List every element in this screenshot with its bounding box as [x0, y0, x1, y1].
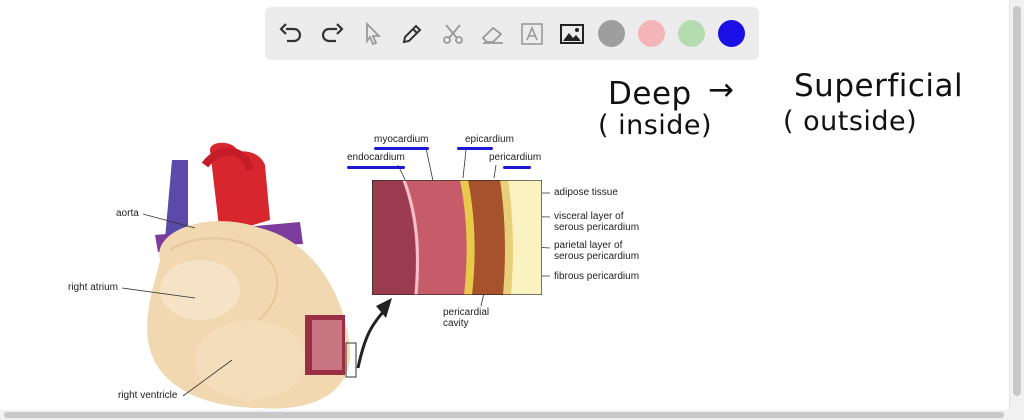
label-parietal-2: serous pericardium: [554, 251, 640, 262]
underline-myocardium: [374, 147, 429, 150]
horizontal-scrollbar[interactable]: [0, 410, 1010, 420]
label-endocardium: endocardium: [347, 152, 405, 163]
label-right-atrium: right atrium: [68, 282, 119, 293]
underline-endocardium: [347, 166, 405, 169]
label-aorta: aorta: [116, 208, 139, 219]
label-epicardium: epicardium: [465, 134, 514, 145]
label-visceral-2: serous pericardium: [554, 222, 640, 233]
label-adipose: adipose tissue: [554, 187, 618, 198]
label-cavity-2: cavity: [443, 318, 469, 329]
vertical-scrollbar[interactable]: [1009, 0, 1024, 420]
label-parietal-1: parietal layer of: [554, 240, 623, 251]
horizontal-scroll-thumb[interactable]: [4, 412, 1004, 418]
label-myocardium: myocardium: [374, 134, 429, 145]
label-cavity-1: pericardial: [443, 307, 490, 318]
label-fibrous: fibrous pericardium: [554, 271, 640, 282]
underline-pericardium: [503, 166, 531, 169]
wall-layers-diagram: [372, 180, 542, 295]
underline-epicardium: [457, 147, 493, 150]
label-pericardium: pericardium: [489, 152, 542, 163]
label-visceral-1: visceral layer of: [554, 211, 624, 222]
vertical-scroll-thumb[interactable]: [1013, 6, 1021, 396]
label-right-ventricle: right ventricle: [118, 390, 178, 401]
